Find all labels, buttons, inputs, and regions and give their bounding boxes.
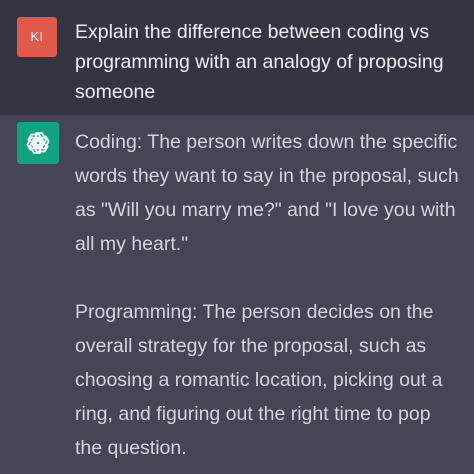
user-avatar: KI [17,17,57,57]
chatgpt-logo-icon [17,122,59,164]
user-message-row: KI Explain the difference between coding… [0,0,474,115]
assistant-paragraph-coding: Coding: The person writes down the speci… [75,131,459,255]
assistant-message-row: Coding: The person writes down the speci… [0,115,474,474]
chat-page: KI Explain the difference between coding… [0,0,474,474]
assistant-paragraph-programming: Programming: The person decides on the o… [75,301,443,459]
user-message-text: Explain the difference between coding vs… [75,21,444,103]
assistant-message-text: Coding: The person writes down the speci… [75,125,460,465]
